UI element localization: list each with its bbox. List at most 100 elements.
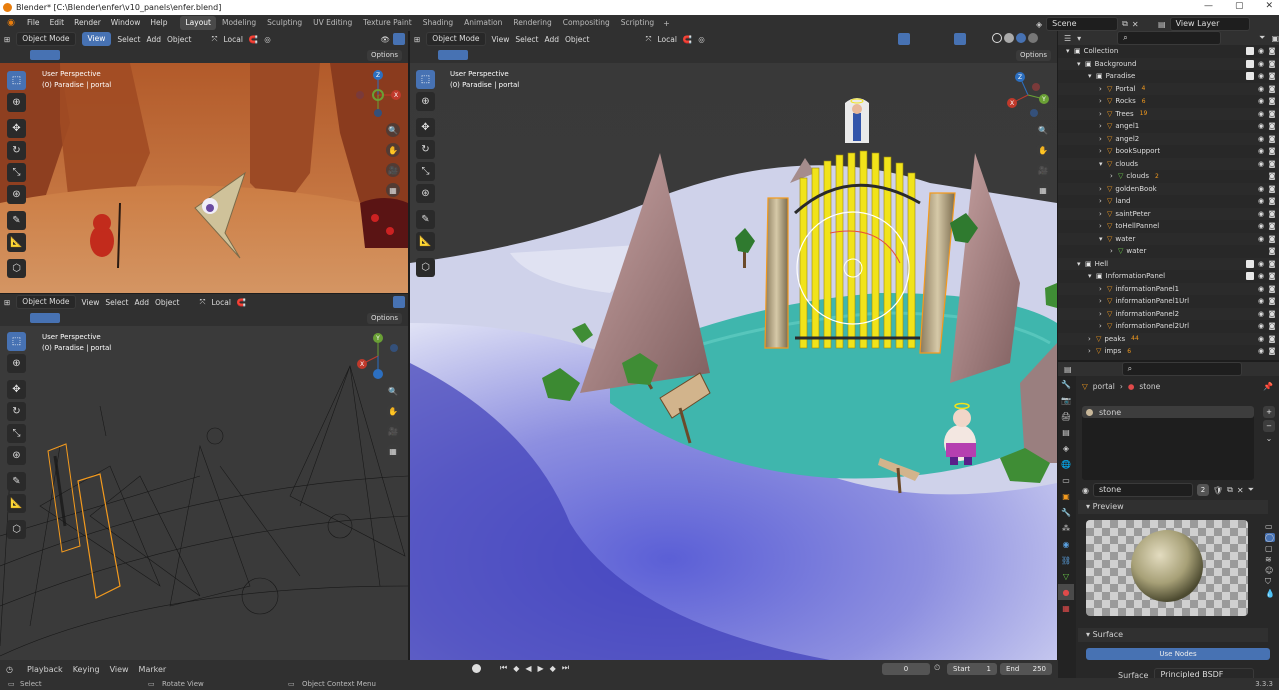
expand-icon[interactable]: › (1099, 285, 1107, 293)
rotate-tool[interactable]: ↻ (416, 140, 435, 159)
timeline-menu-view[interactable]: View (110, 665, 129, 674)
expand-icon[interactable]: ▾ (1077, 60, 1085, 68)
outliner-row[interactable]: › ▽ Trees 19 ◉ ◙ (1058, 107, 1279, 120)
measure-tool[interactable]: 📐 (416, 232, 435, 251)
camera-icon[interactable]: ◙ (1268, 335, 1276, 343)
object-tab-icon[interactable]: ▣ (1058, 488, 1074, 504)
maximize-icon[interactable]: ▢ (1235, 1, 1244, 11)
rotate-tool[interactable]: ↻ (7, 402, 26, 421)
remove-slot-icon[interactable]: − (1263, 420, 1275, 432)
select-box-tool[interactable]: ⬚ (7, 332, 26, 351)
transform-tool[interactable]: ⊛ (7, 446, 26, 465)
select-menu[interactable]: Select (117, 35, 140, 44)
scene-tab-icon[interactable]: ◈ (1058, 440, 1074, 456)
auto-keying-icon[interactable] (472, 664, 481, 673)
pivot-dropdown[interactable]: Local (211, 298, 230, 307)
eye-icon[interactable]: ◉ (1257, 285, 1265, 293)
outliner-editor-icon[interactable]: ☰ (1064, 34, 1071, 43)
eye-icon[interactable]: ◉ (1257, 235, 1265, 243)
collection-tab-icon[interactable]: ▭ (1058, 472, 1074, 488)
surface-panel-header[interactable]: ▾ Surface (1078, 628, 1268, 642)
exclude-checkbox[interactable] (1246, 259, 1254, 268)
navigation-gizmo[interactable]: Z X Y (1000, 67, 1056, 123)
eye-icon[interactable]: ◉ (1257, 135, 1265, 143)
jump-end-icon[interactable]: ⏭ (562, 663, 569, 673)
outliner-row[interactable]: › ▽ peaks 44 ◉ ◙ (1058, 332, 1279, 345)
add-workspace-icon[interactable]: + (663, 19, 670, 28)
minimize-icon[interactable]: — (1204, 1, 1213, 11)
ortho-toggle-icon[interactable]: ▦ (386, 444, 400, 458)
physics-tab-icon[interactable]: ◉ (1058, 536, 1074, 552)
material-slot-row[interactable]: stone (1082, 406, 1254, 418)
camera-icon[interactable]: ◙ (1268, 272, 1276, 280)
camera-icon[interactable]: ◙ (1268, 297, 1276, 305)
camera-view-icon[interactable]: 🎥 (386, 163, 400, 177)
editor-type-icon[interactable]: ⊞ (4, 35, 10, 44)
workspace-tab-modeling[interactable]: Modeling (217, 16, 261, 30)
exclude-checkbox[interactable] (1246, 272, 1254, 281)
view-menu[interactable]: View (81, 32, 112, 46)
material-slots-list[interactable]: stone (1082, 406, 1254, 480)
snap-icon[interactable]: 🧲 (237, 298, 246, 307)
outliner-row[interactable]: › ▽ informationPanel1Url ◉ ◙ (1058, 295, 1279, 308)
scale-tool[interactable]: ⤡ (7, 424, 26, 443)
workspace-tab-compositing[interactable]: Compositing (558, 16, 615, 30)
exclude-checkbox[interactable] (1246, 72, 1254, 81)
outliner-row[interactable]: › ▽ goldenBook ◉ ◙ (1058, 182, 1279, 195)
camera-icon[interactable]: ◙ (1268, 310, 1276, 318)
camera-icon[interactable]: ◙ (1268, 85, 1276, 93)
eye-icon[interactable]: ◉ (1257, 122, 1265, 130)
users-count[interactable]: 2 (1196, 484, 1209, 496)
camera-icon[interactable]: ◙ (1268, 160, 1276, 168)
pivot-dropdown[interactable]: Local (657, 35, 676, 44)
cursor-tool[interactable]: ⊕ (416, 92, 435, 111)
view-layer-selector[interactable]: ▤ View Layer (1158, 17, 1250, 31)
outliner-row[interactable]: › ▽ angel1 ◉ ◙ (1058, 120, 1279, 133)
expand-icon[interactable]: › (1099, 147, 1107, 155)
rotate-tool[interactable]: ↻ (7, 141, 26, 160)
expand-icon[interactable]: › (1088, 347, 1096, 355)
outliner-row[interactable]: › ▽ informationPanel2Url ◉ ◙ (1058, 320, 1279, 333)
slot-menu-icon[interactable]: ⌄ (1263, 434, 1275, 443)
timeline-menu-playback[interactable]: Playback (27, 665, 63, 674)
viewport-main[interactable]: ⊞ Object Mode View Select Add Object ⤧ L… (410, 31, 1057, 660)
play-reverse-icon[interactable]: ◀ (525, 664, 531, 673)
expand-icon[interactable]: › (1099, 310, 1107, 318)
expand-icon[interactable]: ▾ (1099, 160, 1107, 168)
camera-icon[interactable]: ◙ (1268, 185, 1276, 193)
ortho-toggle-icon[interactable]: ▦ (1036, 183, 1050, 197)
expand-icon[interactable]: ▾ (1066, 47, 1074, 55)
properties-search-input[interactable]: ⌕ (1121, 362, 1242, 376)
object-menu[interactable]: Object (565, 35, 589, 44)
add-cube-tool[interactable]: ⬡ (7, 259, 26, 278)
preview-fluid-icon[interactable]: 💧 (1265, 589, 1275, 598)
expand-icon[interactable]: › (1099, 210, 1107, 218)
expand-icon[interactable]: › (1110, 247, 1118, 255)
preview-sphere-icon[interactable]: ◯ (1265, 533, 1275, 542)
material-shading-icon[interactable] (1016, 33, 1026, 43)
current-frame-field[interactable]: 0 (882, 663, 930, 675)
viewport-bottom-left[interactable]: ⊞ Object Mode View Select Add Object ⤧ L… (0, 294, 408, 660)
expand-icon[interactable]: › (1110, 172, 1118, 180)
timeline-editor-icon[interactable]: ◷ (6, 665, 13, 674)
cursor-tool[interactable]: ⊕ (7, 354, 26, 373)
move-tool[interactable]: ✥ (7, 380, 26, 399)
data-tab-icon[interactable]: ▽ (1058, 568, 1074, 584)
camera-icon[interactable]: ◙ (1268, 235, 1276, 243)
menu-window[interactable]: Window (106, 15, 146, 31)
eye-icon[interactable]: ◉ (1257, 272, 1265, 280)
modifier-tab-icon[interactable]: 🔧 (1058, 504, 1074, 520)
expand-icon[interactable]: ▾ (1088, 72, 1096, 80)
select-box-tool[interactable]: ⬚ (416, 70, 435, 89)
select-menu[interactable]: Select (515, 35, 538, 44)
add-menu[interactable]: Add (545, 35, 560, 44)
add-cube-tool[interactable]: ⬡ (7, 520, 26, 539)
camera-icon[interactable]: ◙ (1268, 347, 1276, 355)
eye-icon[interactable]: ◉ (1257, 335, 1265, 343)
solid-shading-icon[interactable] (1004, 33, 1014, 43)
display-mode-icon[interactable]: ▾ (1077, 34, 1081, 43)
jump-start-icon[interactable]: ⏮ (500, 663, 507, 673)
cursor-tool[interactable]: ⊕ (7, 93, 26, 112)
options-button[interactable]: Options (366, 50, 402, 61)
outliner-row[interactable]: › ▽ imps 6 ◉ ◙ (1058, 345, 1279, 358)
